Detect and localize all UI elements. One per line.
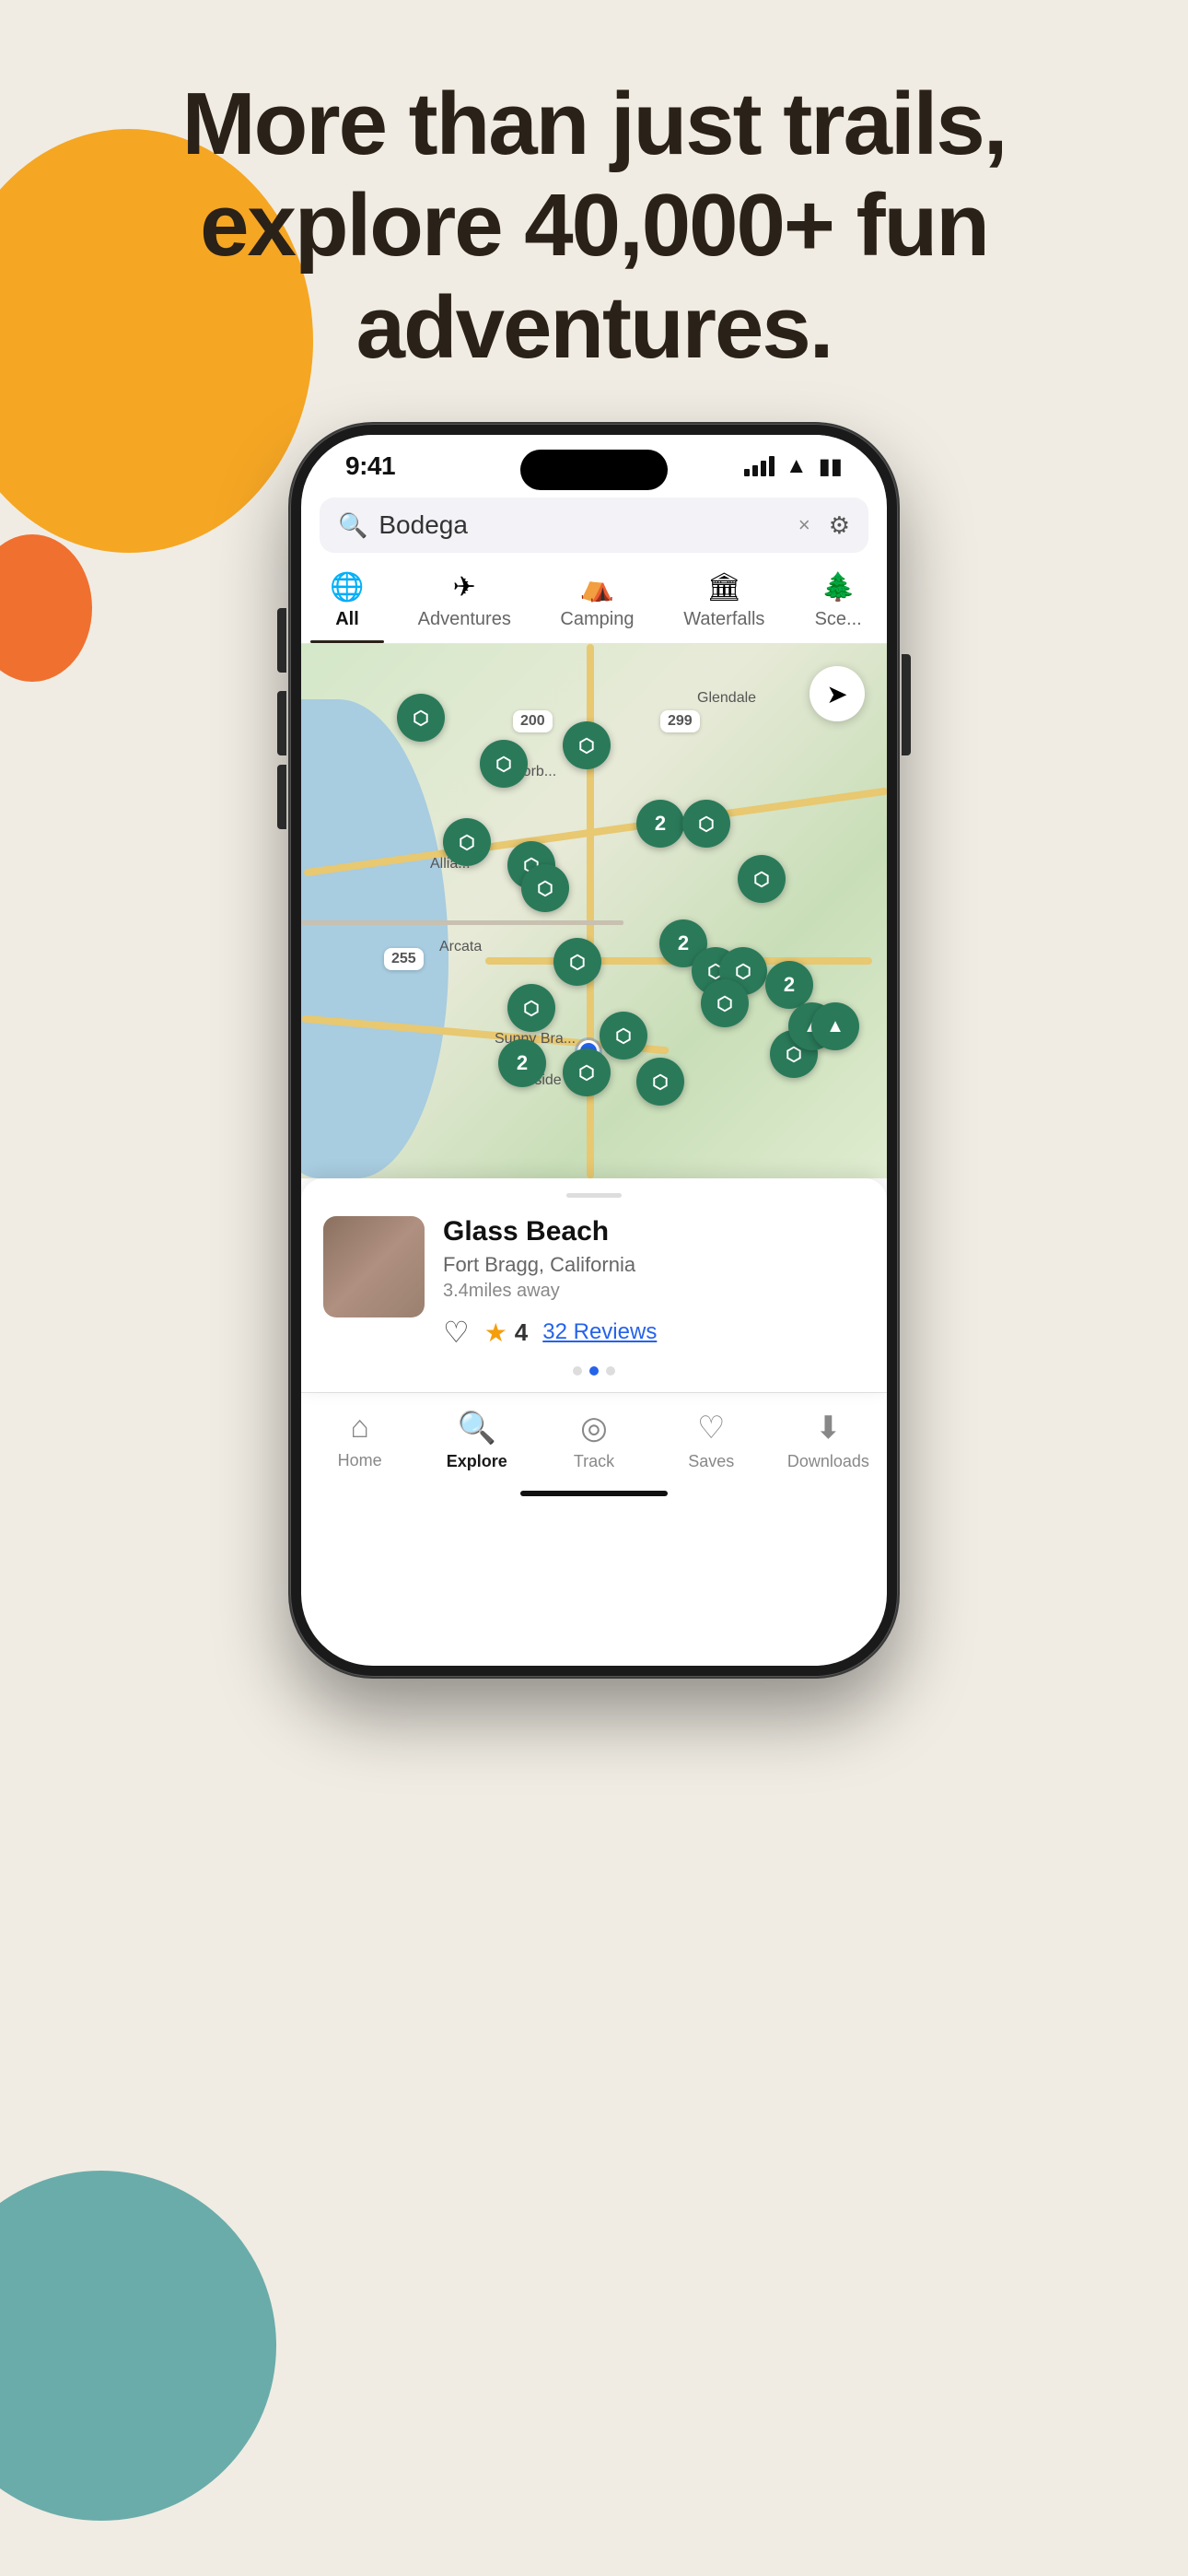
tab-all[interactable]: 🌐 All: [301, 564, 393, 643]
tab-scenic[interactable]: 🌲 Sce...: [789, 564, 887, 643]
phone-screen: 9:41 ▲ ▮▮ 🔍 Bodega × ⚙: [301, 435, 887, 1666]
map-pin-count-2-top[interactable]: 2: [636, 800, 684, 848]
search-icon: 🔍: [338, 511, 367, 540]
map-pin-9[interactable]: ⬡: [553, 938, 601, 986]
category-tabs: 🌐 All ✈ Adventures ⛺ Camping 🏛 Waterfall…: [301, 553, 887, 644]
filter-icon[interactable]: ⚙: [829, 511, 850, 540]
dot-2: [589, 1366, 599, 1376]
location-distance: 3.4miles away: [443, 1281, 865, 1302]
phone-body: 9:41 ▲ ▮▮ 🔍 Bodega × ⚙: [290, 424, 898, 1677]
rating-number: 4: [515, 1318, 528, 1347]
map-pin-7[interactable]: ⬡: [521, 864, 569, 912]
map-pin-2[interactable]: ⬡: [480, 740, 528, 788]
nav-saves-label: Saves: [688, 1452, 734, 1471]
star-icon: ★: [484, 1317, 507, 1348]
map-pin-14[interactable]: ⬡: [600, 1012, 647, 1060]
decorative-blob-teal: [0, 2171, 276, 2521]
track-icon: ◎: [580, 1410, 608, 1446]
map-pin-count-2-bot[interactable]: 2: [498, 1039, 546, 1087]
map-pin-count-2-mid2[interactable]: 2: [765, 961, 813, 1009]
battery-icon: ▮▮: [819, 453, 843, 480]
saves-heart-icon: ♡: [697, 1410, 725, 1446]
nav-item-saves[interactable]: ♡ Saves: [653, 1410, 770, 1471]
map-pin-4[interactable]: ⬡: [682, 800, 730, 848]
globe-icon: 🌐: [330, 571, 364, 603]
tab-scenic-label: Sce...: [815, 609, 862, 630]
tab-all-label: All: [335, 609, 359, 630]
location-title: Glass Beach: [443, 1216, 865, 1247]
star-rating: ★ 4: [484, 1317, 529, 1348]
map-pin-8[interactable]: ⬡: [738, 855, 786, 903]
nav-explore-label: Explore: [447, 1452, 507, 1471]
decorative-blob-orange-small: [0, 534, 92, 682]
map-pin-13[interactable]: ⬡: [507, 984, 555, 1032]
tab-adventures-label: Adventures: [418, 609, 511, 630]
hero-section: More than just trails, explore 40,000+ f…: [0, 74, 1188, 379]
road-gray-1: [301, 920, 623, 925]
phone-mockup: 9:41 ▲ ▮▮ 🔍 Bodega × ⚙: [290, 424, 898, 1677]
status-time: 9:41: [345, 451, 395, 481]
map-pin-5[interactable]: ⬡: [443, 818, 491, 866]
tab-camping-label: Camping: [560, 609, 634, 630]
tab-waterfalls[interactable]: 🏛 Waterfalls: [658, 564, 789, 643]
road-badge-200: 200: [513, 710, 553, 732]
map-label-glendale: Glendale: [697, 690, 756, 707]
card-pagination-dots: [323, 1366, 865, 1376]
nav-item-explore[interactable]: 🔍 Explore: [418, 1410, 535, 1471]
card-content: Glass Beach Fort Bragg, California 3.4mi…: [323, 1216, 865, 1350]
navigation-arrow-button[interactable]: ➤: [809, 666, 865, 721]
map-pin-1[interactable]: ⬡: [397, 694, 445, 742]
tab-camping[interactable]: ⛺ Camping: [535, 564, 658, 643]
downloads-icon: ⬇: [815, 1410, 842, 1446]
tab-adventures[interactable]: ✈ Adventures: [393, 564, 535, 643]
map-label-arcata: Arcata: [439, 939, 482, 955]
camping-icon: ⛺: [580, 571, 614, 603]
nav-item-downloads[interactable]: ⬇ Downloads: [770, 1410, 887, 1471]
arrow-icon: ➤: [826, 679, 847, 709]
search-clear-button[interactable]: ×: [798, 513, 810, 537]
tab-waterfalls-label: Waterfalls: [683, 609, 764, 630]
hero-title: More than just trails, explore 40,000+ f…: [55, 74, 1133, 379]
wifi-icon: ▲: [786, 453, 808, 479]
status-icons: ▲ ▮▮: [744, 453, 843, 480]
waterfalls-icon: 🏛: [706, 571, 741, 603]
location-image: [323, 1216, 425, 1317]
nav-item-track[interactable]: ◎ Track: [535, 1410, 652, 1471]
scenic-icon: 🌲: [821, 571, 855, 603]
home-bar: [520, 1491, 668, 1496]
bottom-navigation: ⌂ Home 🔍 Explore ◎ Track ♡ Saves ⬇ Do: [301, 1392, 887, 1481]
dot-3: [606, 1366, 615, 1376]
location-subtitle: Fort Bragg, California: [443, 1253, 865, 1277]
favorite-button[interactable]: ♡: [443, 1315, 470, 1350]
dot-1: [573, 1366, 582, 1376]
card-info: Glass Beach Fort Bragg, California 3.4mi…: [443, 1216, 865, 1350]
road-badge-299: 299: [660, 710, 700, 732]
nav-home-label: Home: [338, 1451, 382, 1470]
explore-search-icon: 🔍: [458, 1410, 496, 1446]
map-pin-3[interactable]: ⬡: [563, 721, 611, 769]
home-icon: ⌂: [350, 1410, 369, 1446]
nav-downloads-label: Downloads: [787, 1452, 869, 1471]
review-link[interactable]: 32 Reviews: [542, 1319, 657, 1345]
status-bar: 9:41 ▲ ▮▮: [301, 435, 887, 490]
nav-track-label: Track: [574, 1452, 614, 1471]
location-card[interactable]: Glass Beach Fort Bragg, California 3.4mi…: [301, 1178, 887, 1392]
nav-item-home[interactable]: ⌂ Home: [301, 1410, 418, 1471]
search-bar[interactable]: 🔍 Bodega × ⚙: [320, 498, 868, 553]
dynamic-island: [520, 450, 668, 490]
card-actions: ♡ ★ 4 32 Reviews: [443, 1315, 865, 1350]
map-pin-15[interactable]: ⬡: [563, 1048, 611, 1096]
card-handle: [566, 1193, 622, 1198]
home-indicator: [301, 1481, 887, 1506]
map-view[interactable]: 200 299 255 Korb... Allia... Glendale Ar…: [301, 644, 887, 1178]
map-pin-12[interactable]: ⬡: [701, 979, 749, 1027]
signal-bars: [744, 456, 775, 476]
search-input[interactable]: Bodega: [379, 510, 786, 540]
road-badge-255: 255: [384, 948, 424, 970]
trail-icon: ⬡: [413, 707, 428, 730]
map-pin-16[interactable]: ⬡: [636, 1058, 684, 1106]
adventures-icon: ✈: [453, 571, 476, 603]
map-pin-mountain-2[interactable]: ▲: [811, 1002, 859, 1050]
